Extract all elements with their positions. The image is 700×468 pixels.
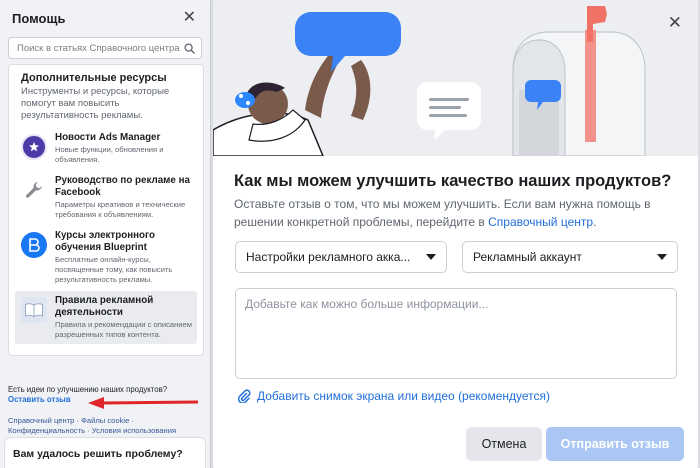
wrench-icon xyxy=(21,177,47,203)
help-header: Помощь ✕ xyxy=(0,0,210,36)
dialog-title: Как мы можем улучшить качество наших про… xyxy=(234,172,672,190)
resource-name: Новости Ads Manager xyxy=(55,132,161,143)
feedback-prompt: Есть идеи по улучшению наших продуктов? xyxy=(8,385,168,394)
resource-name: Руководство по рекламе на Facebook xyxy=(55,175,190,198)
resource-item-ad-guide[interactable]: Руководство по рекламе на Facebook Парам… xyxy=(15,171,197,224)
caret-down-icon xyxy=(426,254,436,260)
feedback-dialog: ✕ Как мы можем улучшить качество наших п… xyxy=(213,0,698,468)
ad-account-value: Рекламный аккаунт xyxy=(473,250,582,264)
feedback-area-value: Настройки рекламного акка... xyxy=(246,250,411,264)
add-screenshot-link[interactable]: Добавить снимок экрана или видео (рекоме… xyxy=(237,389,550,403)
feedback-textarea[interactable]: Добавьте как можно больше информации... xyxy=(235,288,677,379)
ad-account-select[interactable]: Рекламный аккаунт xyxy=(462,241,678,273)
help-title: Помощь xyxy=(12,10,66,26)
help-panel: Помощь ✕ Дополнительные ресурсы Инструме… xyxy=(0,0,211,468)
resources-card: Дополнительные ресурсы Инструменты и рес… xyxy=(8,64,204,356)
book-icon xyxy=(21,297,47,323)
send-feedback-button[interactable]: Отправить отзыв xyxy=(546,427,684,461)
resources-subtitle: Инструменты и ресурсы, которые помогут в… xyxy=(21,86,170,121)
dialog-description: Оставьте отзыв о том, что мы можем улучш… xyxy=(234,195,694,231)
resource-desc: Новые функции, обновления и объявления. xyxy=(55,145,164,164)
feedback-area-select[interactable]: Настройки рекламного акка... xyxy=(235,241,447,273)
caret-down-icon xyxy=(657,254,667,260)
resource-item-blueprint[interactable]: Курсы электронного обучения Blueprint Бе… xyxy=(15,226,197,289)
add-screenshot-label: Добавить снимок экрана или видео (рекоме… xyxy=(257,389,551,403)
resource-desc: Бесплатные онлайн-курсы, посвященные том… xyxy=(55,255,173,284)
hero-illustration: ✕ xyxy=(213,0,698,157)
solved-question-card: Вам удалось решить проблему? xyxy=(4,437,206,468)
star-badge-icon xyxy=(21,134,47,160)
footer-links[interactable]: Справочный центр · Файлы cookie · Конфид… xyxy=(8,416,208,436)
resource-desc: Параметры креативов и технические требов… xyxy=(55,200,186,219)
cancel-button[interactable]: Отмена xyxy=(466,427,542,461)
feedback-illustration xyxy=(213,6,646,157)
blueprint-icon xyxy=(21,232,47,258)
solved-question: Вам удалось решить проблему? xyxy=(13,448,183,460)
resource-item-ads-news[interactable]: Новости Ads Manager Новые функции, обнов… xyxy=(15,128,197,169)
resource-name: Курсы электронного обучения Blueprint xyxy=(55,230,155,253)
search-icon xyxy=(184,42,195,54)
close-icon[interactable]: ✕ xyxy=(668,14,682,31)
paperclip-icon xyxy=(237,389,251,403)
search-input[interactable] xyxy=(17,42,184,54)
resource-name: Правила рекламной деятельности xyxy=(55,295,154,318)
textarea-placeholder: Добавьте как можно больше информации... xyxy=(245,297,489,311)
help-search[interactable] xyxy=(8,37,202,59)
help-center-link[interactable]: Справочный центр xyxy=(488,215,593,229)
resource-item-ad-policies[interactable]: Правила рекламной деятельности Правила и… xyxy=(15,291,197,344)
resources-title: Дополнительные ресурсы xyxy=(21,72,167,84)
annotation-arrow-icon xyxy=(88,397,199,409)
close-icon[interactable]: ✕ xyxy=(183,10,196,26)
resource-desc: Правила и рекомендации с описанием разре… xyxy=(55,320,192,339)
description-suffix: . xyxy=(593,215,597,229)
